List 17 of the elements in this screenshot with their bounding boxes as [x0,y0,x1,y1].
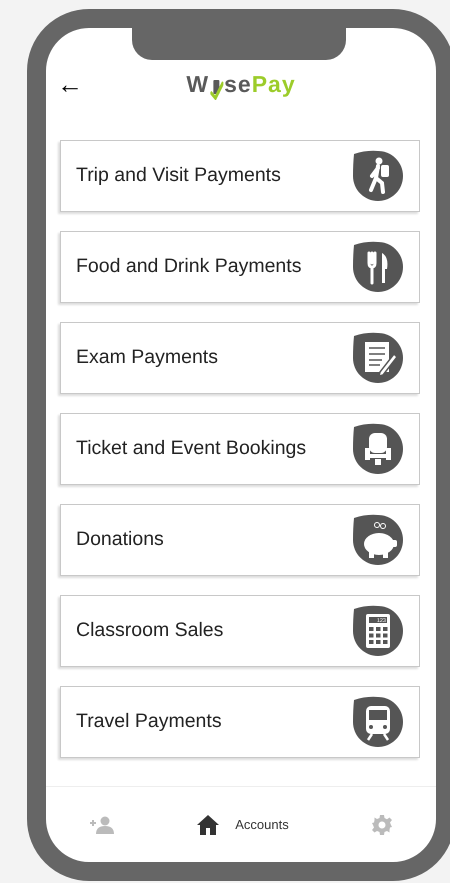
payment-category-card[interactable]: Food and Drink Payments [60,231,420,303]
payment-category-card[interactable]: Exam Payments [60,322,420,394]
payment-category-card[interactable]: Donations [60,504,420,576]
home-icon [197,814,220,834]
back-button[interactable]: ← [57,71,83,97]
train-icon [352,696,404,748]
hiker-icon [352,150,404,202]
payment-category-card[interactable]: Travel Payments [60,686,420,758]
add-user-icon [90,816,114,834]
settings-icon [372,814,392,834]
cutlery-icon [352,241,404,293]
payment-category-card[interactable]: Ticket and Event Bookings [60,413,420,485]
piggy-icon [352,514,404,566]
seat-icon [352,423,404,475]
exam-icon [352,332,404,384]
accounts-tab[interactable]: Accounts [193,810,293,838]
payment-category-card[interactable]: Trip and Visit Payments [60,140,420,212]
